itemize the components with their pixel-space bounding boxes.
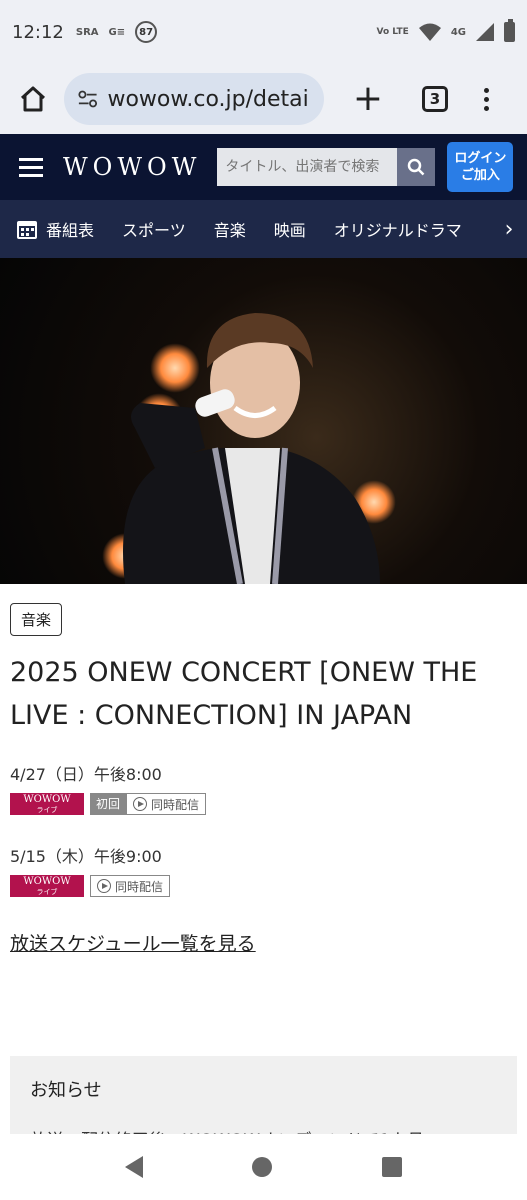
wowow-logo[interactable]: WOWOW — [63, 153, 201, 181]
schedule-item: 5/15（木）午後9:00 WOWOW ライブ 同時配信 — [10, 843, 517, 897]
home-icon — [20, 86, 46, 112]
simulcast-label: 同時配信 — [151, 797, 200, 812]
simulcast-label: 同時配信 — [115, 879, 164, 894]
channel-badge: WOWOW ライブ — [10, 875, 84, 897]
first-airing-badge: 初回 — [90, 793, 127, 815]
volte-icon: Vo LTE — [376, 27, 409, 37]
channel-name: WOWOW — [23, 794, 71, 805]
program-title: 2025 ONEW CONCERT [ONEW THE LIVE : CONNE… — [10, 657, 478, 731]
play-icon — [97, 879, 111, 893]
app-notification-icon: SRA — [75, 26, 99, 38]
keyboard-notification-icon: G≡ — [108, 26, 126, 38]
notice-box: お知らせ 放送・配信終了後、WOWOWオンデマンドで1カ月 — [10, 1056, 517, 1151]
battery-icon — [504, 19, 515, 42]
system-nav-bar — [0, 1134, 527, 1200]
home-button[interactable] — [16, 82, 50, 116]
channel-badge: WOWOW ライブ — [10, 793, 84, 815]
site-settings-icon — [78, 90, 98, 108]
signal-icon — [476, 23, 494, 41]
new-tab-button[interactable]: + — [348, 81, 388, 117]
nav-item-music[interactable]: 音楽 — [214, 217, 246, 241]
browser-menu-button[interactable] — [484, 87, 489, 111]
notice-title: お知らせ — [30, 1080, 102, 1101]
join-label: ご加入 — [460, 168, 500, 183]
network-type-label: 4G — [450, 26, 466, 38]
wifi-icon — [418, 23, 441, 41]
genre-tag[interactable]: 音楽 — [10, 603, 63, 636]
broadcast-schedule: 4/27（日）午後8:00 WOWOW ライブ 初回 同時配信 5/15（木）午… — [10, 761, 517, 897]
url-text: wowow.co.jp/detail/2 — [107, 86, 310, 112]
program-detail: 音楽 2025 ONEW CONCERT [ONEW THE LIVE : CO… — [0, 584, 527, 956]
url-bar[interactable]: wowow.co.jp/detail/2 — [64, 73, 324, 125]
back-icon[interactable] — [124, 1156, 143, 1178]
site-header: WOWOW ログイン ご加入 — [0, 134, 527, 200]
schedule-date: 5/15（木）午後9:00 — [10, 847, 162, 866]
search-box — [217, 148, 436, 186]
play-icon — [133, 797, 148, 811]
search-input[interactable] — [217, 148, 398, 186]
channel-sub: ライブ — [36, 888, 58, 896]
nav-item-movies[interactable]: 映画 — [274, 217, 306, 241]
login-label: ログイン — [454, 151, 507, 166]
category-nav: 番組表 スポーツ 音楽 映画 オリジナルドラマ › — [0, 200, 527, 258]
nav-item-schedule[interactable]: 番組表 — [16, 217, 94, 241]
home-circle-icon[interactable] — [252, 1157, 273, 1177]
login-button[interactable]: ログイン ご加入 — [447, 142, 514, 192]
calendar-icon — [17, 221, 37, 239]
nav-item-label: 番組表 — [46, 221, 95, 240]
nav-item-original-drama[interactable]: オリジナルドラマ — [334, 217, 462, 241]
schedule-list-link[interactable]: 放送スケジュール一覧を見る — [10, 929, 256, 956]
schedule-date: 4/27（日）午後8:00 — [10, 765, 162, 784]
tab-switcher-button[interactable]: 3 — [422, 86, 448, 112]
nav-item-sports[interactable]: スポーツ — [122, 217, 186, 241]
status-bar: 12:12 SRA G≡ 87 Vo LTE 4G — [0, 0, 527, 64]
search-icon — [408, 158, 425, 176]
channel-name: WOWOW — [23, 876, 71, 887]
performer-photo — [123, 313, 380, 584]
status-time: 12:12 — [12, 21, 64, 43]
recents-icon[interactable] — [382, 1157, 403, 1177]
browser-toolbar: wowow.co.jp/detail/2 + 3 — [0, 64, 527, 134]
simulcast-badge: 同時配信 — [90, 875, 171, 897]
schedule-item: 4/27（日）午後8:00 WOWOW ライブ 初回 同時配信 — [10, 761, 517, 815]
hero-image — [0, 258, 527, 584]
hamburger-menu-icon[interactable] — [19, 157, 43, 177]
badge-count: 87 — [135, 21, 158, 43]
simulcast-badge: 同時配信 — [126, 793, 207, 815]
search-button[interactable] — [397, 148, 436, 186]
channel-sub: ライブ — [36, 806, 58, 814]
chevron-right-icon[interactable]: › — [491, 200, 527, 258]
